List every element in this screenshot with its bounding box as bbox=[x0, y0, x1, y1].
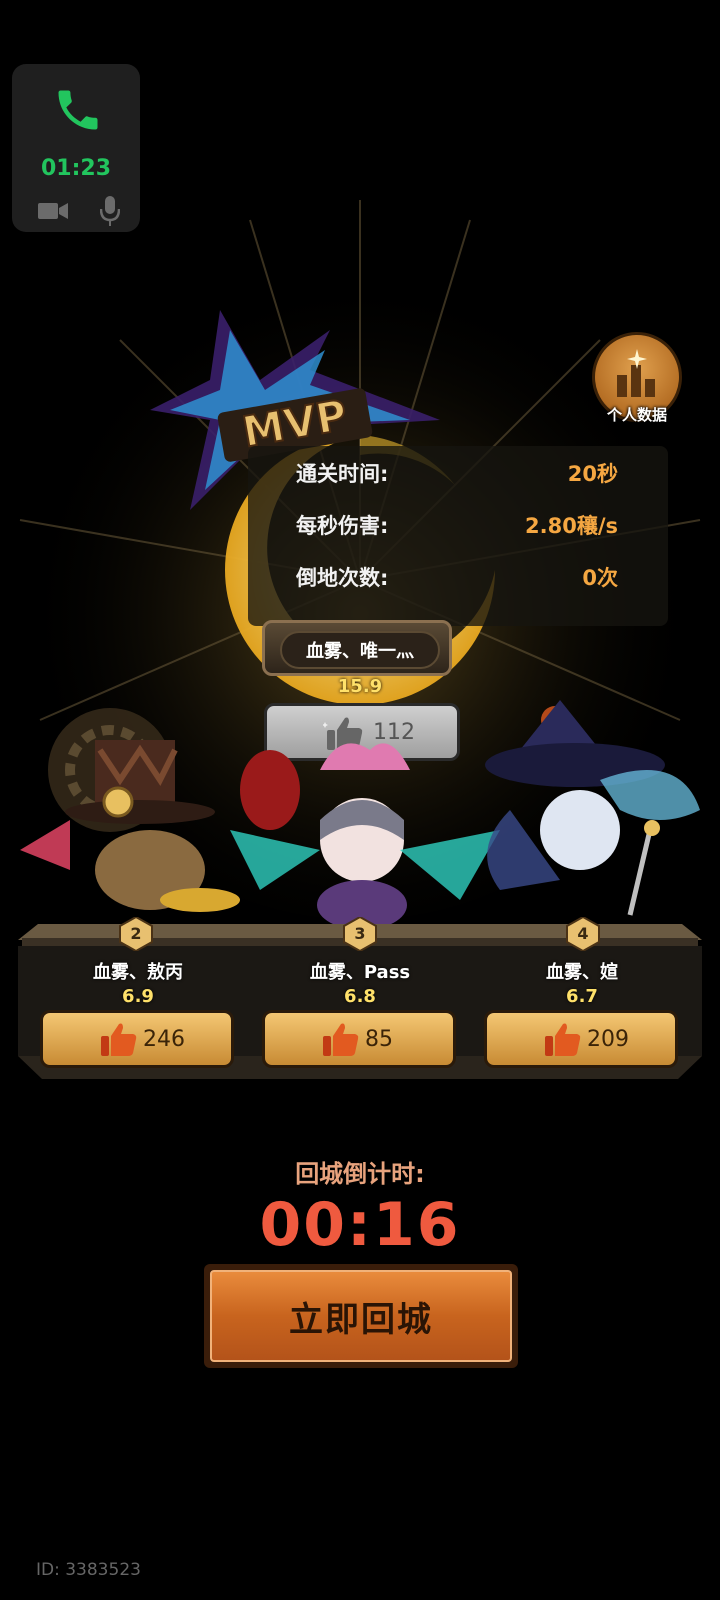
thumbs-up-icon bbox=[545, 1023, 581, 1056]
mvp-player-name: 血雾、唯一灬 bbox=[306, 641, 414, 662]
like-button[interactable]: 209 bbox=[484, 1010, 678, 1068]
stat-key: 通关时间: bbox=[296, 462, 389, 486]
stat-row-dps: 每秒伤害: 2.80穰/s bbox=[248, 506, 668, 546]
return-countdown-label: 回城倒计时: bbox=[295, 1160, 425, 1188]
hero-2-illustration bbox=[20, 708, 240, 912]
player-score: 6.8 bbox=[344, 986, 376, 1007]
thumbs-up-icon bbox=[323, 1023, 359, 1056]
phone-icon bbox=[58, 90, 98, 130]
stat-value: 0次 bbox=[582, 566, 618, 590]
personal-data-button[interactable]: 个人数据 bbox=[590, 332, 684, 424]
like-button[interactable]: 85 bbox=[262, 1010, 456, 1068]
player-name: 血雾、Pass bbox=[309, 962, 411, 983]
stat-value: 20秒 bbox=[567, 462, 618, 486]
stat-row-downs: 倒地次数: 0次 bbox=[248, 558, 668, 598]
stats-panel: 通关时间: 20秒 每秒伤害: 2.80穰/s 倒地次数: 0次 bbox=[248, 446, 668, 626]
like-count: 85 bbox=[365, 1027, 393, 1052]
stat-key: 每秒伤害: bbox=[296, 514, 389, 538]
like-count: 209 bbox=[587, 1027, 629, 1052]
return-countdown-timer: 00:16 bbox=[259, 1190, 461, 1260]
player-score: 6.9 bbox=[122, 986, 154, 1007]
rank-badge bbox=[343, 917, 377, 951]
like-button[interactable]: 246 bbox=[40, 1010, 234, 1068]
hero-3-illustration bbox=[230, 743, 500, 930]
player-score: 6.7 bbox=[566, 986, 598, 1007]
stat-row-clear-time: 通关时间: 20秒 bbox=[248, 454, 668, 494]
return-now-label: 立即回城 bbox=[289, 1299, 433, 1340]
rank-badge bbox=[566, 917, 600, 951]
hero-4-illustration bbox=[485, 700, 700, 916]
user-id: ID: 3383523 bbox=[36, 1560, 141, 1580]
player-name: 血雾、敖丙 bbox=[93, 962, 183, 983]
like-count: 246 bbox=[143, 1027, 185, 1052]
stat-value: 2.80穰/s bbox=[525, 514, 618, 538]
thumbs-up-icon bbox=[101, 1023, 137, 1056]
player-name: 血雾、媗 bbox=[546, 962, 618, 983]
return-now-button[interactable]: 立即回城 bbox=[204, 1264, 518, 1368]
hero-characters bbox=[20, 700, 700, 930]
stat-key: 倒地次数: bbox=[296, 566, 389, 590]
personal-data-label: 个人数据 bbox=[606, 406, 667, 424]
rank-badge bbox=[119, 917, 153, 951]
